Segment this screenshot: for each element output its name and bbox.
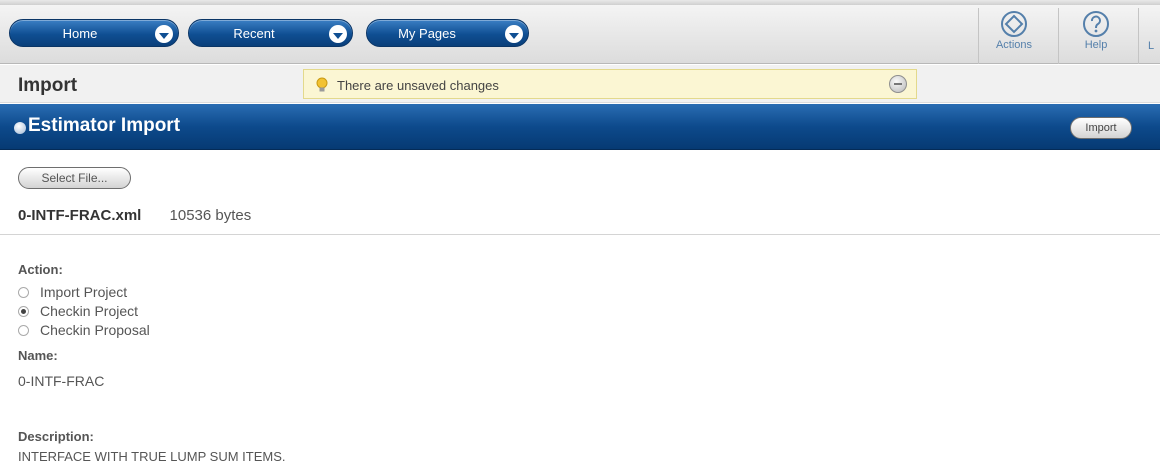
toolbar-divider (978, 8, 979, 64)
lightbulb-icon (316, 77, 328, 92)
select-file-button[interactable]: Select File... (18, 167, 131, 189)
home-label: Home (62, 26, 98, 41)
file-size: 10536 bytes (169, 207, 252, 224)
question-circle-icon (1083, 11, 1109, 37)
top-navigation-bar: Home Recent My Pages Actions Help L (0, 0, 1160, 64)
name-value: 0-INTF-FRAC (18, 373, 105, 389)
radio-button[interactable] (18, 325, 29, 336)
divider (0, 234, 1160, 235)
recent-menu-button[interactable]: Recent (188, 19, 353, 47)
minus-circle-icon[interactable] (889, 75, 907, 93)
actions-label: Actions (995, 39, 1033, 51)
recent-label: Recent (233, 26, 275, 41)
toolbar-divider (1138, 8, 1139, 64)
file-name: 0-INTF-FRAC.xml (18, 207, 142, 224)
action-label: Action: (18, 262, 63, 277)
radio-label: Checkin Proposal (40, 322, 150, 338)
bullet-icon (14, 122, 26, 134)
help-button[interactable]: Help (1066, 10, 1126, 60)
page-title-row: Import There are unsaved changes (0, 65, 1160, 103)
name-label: Name: (18, 348, 58, 363)
unsaved-changes-message: There are unsaved changes (337, 78, 499, 93)
description-value: INTERFACE WITH TRUE LUMP SUM ITEMS. (18, 449, 286, 464)
actions-button[interactable]: Actions (984, 10, 1044, 60)
selected-file-info: 0-INTF-FRAC.xml 10536 bytes (18, 207, 251, 224)
diamond-circle-icon (1001, 11, 1027, 37)
import-button[interactable]: Import (1070, 117, 1132, 139)
radio-label: Import Project (40, 284, 128, 300)
home-menu-button[interactable]: Home (9, 19, 179, 47)
my-pages-menu-button[interactable]: My Pages (366, 19, 529, 47)
radio-button-selected[interactable] (18, 306, 29, 317)
estimator-import-header: Estimator Import (0, 104, 1160, 150)
help-label: Help (1084, 39, 1108, 51)
chevron-down-icon[interactable] (155, 25, 173, 43)
radio-button[interactable] (18, 287, 29, 298)
unsaved-changes-notice: There are unsaved changes (303, 69, 917, 99)
my-pages-label: My Pages (398, 26, 456, 41)
section-title: Estimator Import (28, 115, 181, 136)
toolbar-divider (1058, 8, 1059, 64)
page-title: Import (18, 75, 78, 96)
chevron-down-icon[interactable] (505, 25, 523, 43)
description-label: Description: (18, 429, 94, 444)
chevron-down-icon[interactable] (329, 25, 347, 43)
radio-label: Checkin Project (40, 303, 139, 319)
toolbar-cutoff-label[interactable]: L (1148, 40, 1154, 52)
